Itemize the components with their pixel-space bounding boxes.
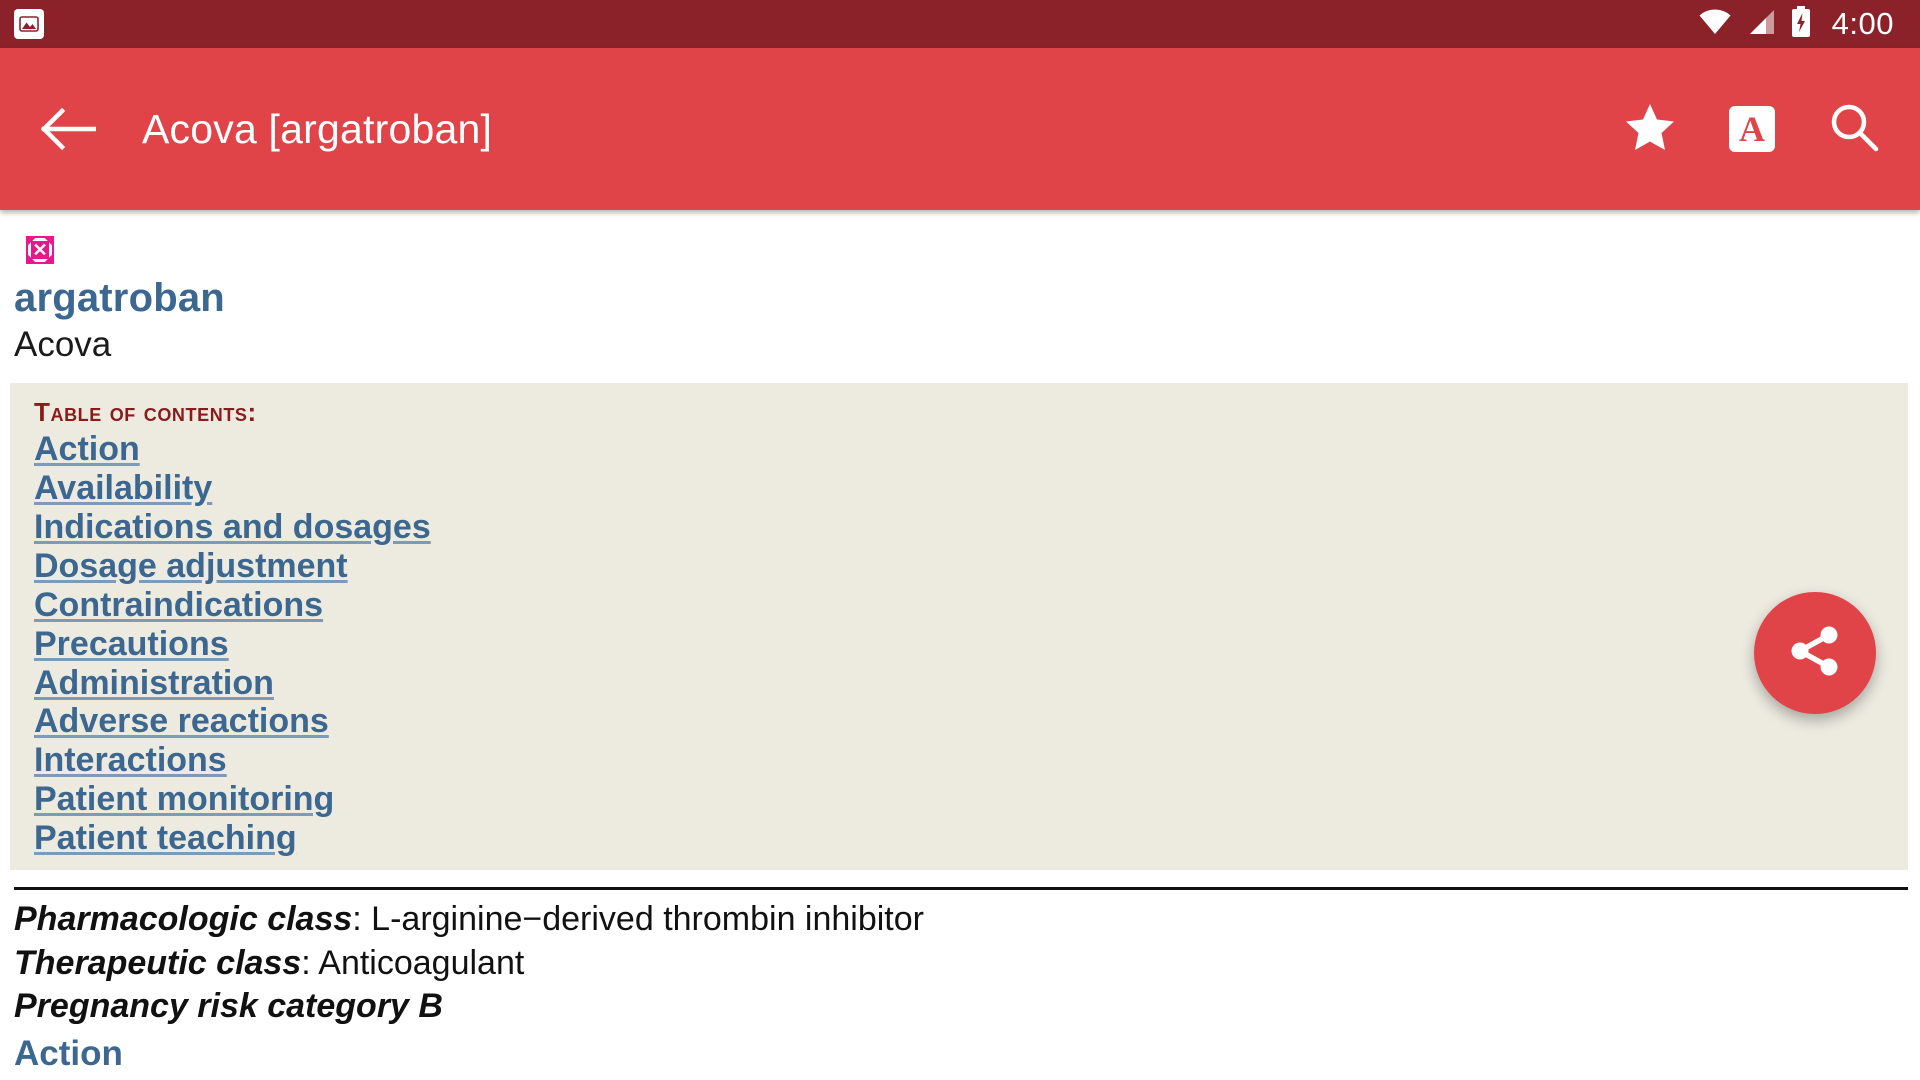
toc-link-dosage-adjustment[interactable]: Dosage adjustment — [34, 547, 348, 586]
toc-link-precautions[interactable]: Precautions — [34, 625, 229, 664]
status-bar-system-icons: 4:00 — [1698, 5, 1894, 43]
pregnancy-risk-label: Pregnancy risk category B — [14, 987, 443, 1026]
toc-link-interactions[interactable]: Interactions — [34, 741, 227, 780]
app-bar: Acova [argatroban] A — [0, 48, 1920, 210]
therapeutic-class-label: Therapeutic class — [14, 943, 302, 982]
therapeutic-class-line: Therapeutic class: Anticoagulant — [14, 942, 1904, 986]
section-heading-action: Action — [14, 1033, 123, 1073]
pharmacologic-class-line: Pharmacologic class: L-arginine−derived … — [14, 898, 1904, 942]
toc-link-adverse-reactions[interactable]: Adverse reactions — [34, 702, 329, 741]
therapeutic-class-value: : Anticoagulant — [301, 943, 525, 982]
toc-link-availability[interactable]: Availability — [34, 469, 212, 508]
toc-link-action[interactable]: Action — [34, 430, 140, 469]
status-bar-notifications — [14, 9, 44, 39]
toc-link-patient-monitoring[interactable]: Patient monitoring — [34, 780, 334, 819]
pharmacologic-class-value: : L-arginine−derived thrombin inhibitor — [352, 900, 924, 939]
search-icon — [1828, 101, 1880, 158]
battery-charging-icon — [1790, 5, 1812, 43]
image-notification-icon — [14, 9, 44, 39]
back-button[interactable] — [30, 92, 104, 166]
share-icon — [1784, 620, 1846, 687]
table-of-contents: Table of contents: Action Availability I… — [10, 383, 1908, 871]
high-alert-row: ✕ — [0, 210, 1920, 264]
wifi-icon — [1698, 8, 1732, 41]
toc-link-patient-teaching[interactable]: Patient teaching — [34, 819, 297, 858]
toc-link-administration[interactable]: Administration — [34, 664, 274, 703]
high-alert-x-icon: ✕ — [26, 236, 54, 264]
pharmacologic-class-label: Pharmacologic class — [14, 900, 353, 939]
app-bar-actions: A — [1622, 101, 1882, 157]
toc-link-indications-and-dosages[interactable]: Indications and dosages — [34, 508, 431, 547]
monograph-body: Pharmacologic class: L-arginine−derived … — [0, 890, 1920, 1080]
font-size-button[interactable]: A — [1724, 101, 1780, 157]
favorite-button[interactable] — [1622, 101, 1678, 157]
drug-monograph-content[interactable]: ✕ argatroban Acova Table of contents: Ac… — [0, 210, 1920, 1080]
search-button[interactable] — [1826, 101, 1882, 157]
high-alert-glyph: ✕ — [28, 238, 52, 262]
letter-a-icon: A — [1729, 106, 1775, 152]
star-icon — [1624, 102, 1676, 157]
status-bar-clock: 4:00 — [1831, 6, 1894, 41]
cellular-signal-icon — [1746, 8, 1776, 41]
page-title: Acova [argatroban] — [142, 105, 493, 152]
generic-drug-name: argatroban — [14, 276, 225, 320]
toc-heading: Table of contents: — [34, 397, 257, 427]
toc-link-contraindications[interactable]: Contraindications — [34, 586, 323, 625]
share-button[interactable] — [1754, 592, 1876, 714]
pregnancy-risk-line: Pregnancy risk category B — [14, 985, 1904, 1029]
brand-drug-name: Acova — [14, 325, 112, 364]
action-paragraph: Binds rapidly to site of thrombi, neutra… — [14, 1076, 1814, 1080]
status-bar: 4:00 — [0, 0, 1920, 48]
